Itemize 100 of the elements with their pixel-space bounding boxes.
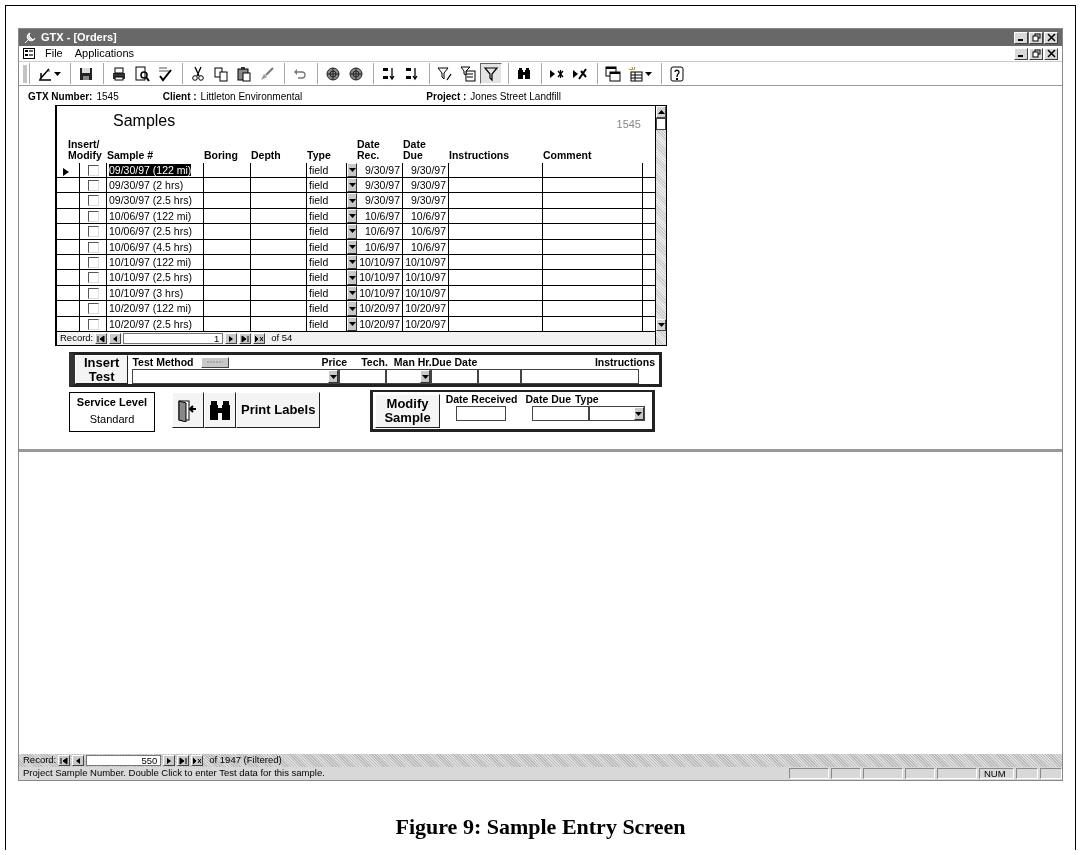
input-field[interactable] bbox=[531, 406, 589, 421]
close-button[interactable] bbox=[1044, 47, 1058, 60]
column-header: Boring bbox=[204, 149, 239, 161]
dropdown-button[interactable] bbox=[347, 316, 357, 332]
record-count: of 1947 (Filtered) bbox=[209, 755, 282, 766]
scrollbar[interactable] bbox=[655, 106, 666, 345]
record-count: of 54 bbox=[271, 333, 293, 345]
table-cell: 10/6/97 bbox=[364, 240, 400, 253]
minimize-button[interactable] bbox=[1014, 47, 1028, 60]
find-button[interactable] bbox=[204, 392, 236, 428]
filter-button[interactable] bbox=[201, 356, 230, 368]
column-header: Type bbox=[307, 149, 332, 161]
table-cell: 09/30/97 (2 hrs) bbox=[109, 179, 184, 192]
table-cell: 09/30/97 (122 mi) bbox=[109, 163, 192, 176]
restore-button[interactable] bbox=[1029, 31, 1043, 44]
last-record-button[interactable] bbox=[177, 755, 190, 766]
previous-record-button[interactable] bbox=[109, 333, 122, 345]
record-number-field[interactable]: 1 bbox=[123, 333, 224, 345]
table-cell: 10/06/97 (122 mi) bbox=[109, 209, 192, 222]
column-header: Depth bbox=[251, 149, 282, 161]
scroll-down-button[interactable] bbox=[656, 319, 666, 331]
dropdown-button[interactable] bbox=[328, 370, 339, 383]
filter-icon bbox=[483, 65, 499, 82]
input-field[interactable] bbox=[339, 369, 387, 384]
spelling-icon bbox=[157, 65, 173, 82]
checkbox[interactable] bbox=[87, 272, 99, 284]
checkbox[interactable] bbox=[87, 287, 99, 299]
scroll-thumb[interactable] bbox=[656, 118, 666, 130]
table-cell: 09/30/97 (2.5 hrs) bbox=[109, 194, 192, 207]
input-field[interactable] bbox=[521, 369, 640, 384]
table-cell: field bbox=[309, 256, 329, 269]
first-record-button[interactable] bbox=[58, 755, 71, 766]
field-label: Test Method bbox=[132, 355, 194, 369]
next-record-button[interactable] bbox=[163, 755, 176, 766]
dropdown-button[interactable] bbox=[347, 270, 357, 285]
next-record-button[interactable] bbox=[225, 333, 238, 345]
new-record-button[interactable] bbox=[253, 333, 266, 345]
dropdown-field[interactable] bbox=[386, 369, 432, 384]
dropdown-button[interactable] bbox=[420, 370, 431, 383]
record-number-field[interactable]: 550 bbox=[86, 755, 162, 766]
checkbox[interactable] bbox=[87, 318, 99, 330]
dropdown-button[interactable] bbox=[347, 162, 357, 178]
previous-record-button[interactable] bbox=[72, 755, 85, 766]
table-cell: 9/30/97 bbox=[364, 194, 400, 207]
toolbar-button[interactable] bbox=[457, 63, 479, 84]
input-field[interactable] bbox=[431, 369, 479, 384]
dropdown-field[interactable] bbox=[588, 406, 645, 421]
dropdown-field[interactable] bbox=[132, 369, 340, 384]
minimize-button[interactable] bbox=[1014, 31, 1028, 44]
record-label: Record: bbox=[23, 755, 57, 766]
exit-button[interactable] bbox=[172, 392, 204, 428]
binoculars-icon bbox=[516, 65, 532, 82]
dropdown-button[interactable] bbox=[347, 178, 357, 193]
first-record-button[interactable] bbox=[95, 333, 108, 345]
brush-icon bbox=[259, 65, 275, 82]
caret-icon bbox=[348, 214, 356, 219]
dropdown-button[interactable] bbox=[347, 301, 357, 316]
dropdown-button[interactable] bbox=[347, 239, 357, 255]
checkbox[interactable] bbox=[87, 180, 99, 192]
status-message: Project Sample Number. Double Click to enter Test data for this sample. bbox=[23, 768, 326, 779]
checkbox[interactable] bbox=[87, 226, 99, 238]
modify-sample-button[interactable]: Modify Sample bbox=[375, 394, 440, 428]
input-field[interactable] bbox=[478, 369, 522, 384]
checkbox[interactable] bbox=[87, 241, 99, 253]
table-cell: 10/06/97 (4.5 hrs) bbox=[109, 240, 192, 253]
new-record-button[interactable] bbox=[191, 755, 204, 766]
menu-item[interactable]: Applications bbox=[72, 47, 137, 60]
dropdown-button[interactable] bbox=[347, 255, 357, 270]
caret-icon bbox=[348, 183, 356, 188]
scroll-up-button[interactable] bbox=[656, 106, 666, 118]
menu-item[interactable]: File bbox=[43, 47, 65, 60]
print-labels-button[interactable]: Print Labels bbox=[236, 392, 321, 428]
sort-descending-icon bbox=[404, 65, 420, 82]
app-icon bbox=[23, 31, 37, 44]
field-label: Type bbox=[575, 392, 599, 406]
dropdown-button[interactable] bbox=[347, 193, 357, 208]
caret-icon bbox=[645, 71, 652, 76]
close-button[interactable] bbox=[1044, 31, 1058, 44]
checkbox[interactable] bbox=[87, 164, 99, 176]
checkbox[interactable] bbox=[87, 303, 99, 315]
dropdown-button[interactable] bbox=[347, 224, 357, 239]
last-record-button[interactable] bbox=[239, 333, 252, 345]
dropdown-button[interactable] bbox=[633, 407, 644, 420]
toolbar-button[interactable] bbox=[602, 63, 624, 84]
input-field[interactable] bbox=[455, 406, 506, 421]
dropdown-button[interactable] bbox=[347, 285, 357, 301]
insert-test-button[interactable]: Insert Test bbox=[75, 355, 129, 384]
checkbox[interactable] bbox=[87, 210, 99, 222]
dropdown-button[interactable] bbox=[347, 208, 357, 224]
filter-form-icon bbox=[460, 65, 476, 82]
toolbar-button[interactable] bbox=[480, 63, 502, 84]
caret-icon bbox=[348, 198, 356, 203]
new-object-icon bbox=[628, 65, 644, 82]
table-cell: 10/10/97 bbox=[405, 256, 446, 269]
field-label: Service Level bbox=[75, 396, 149, 409]
caret-icon bbox=[348, 167, 356, 172]
checkbox[interactable] bbox=[87, 195, 99, 207]
new-record-icon bbox=[193, 756, 202, 765]
checkbox[interactable] bbox=[87, 257, 99, 269]
restore-button[interactable] bbox=[1029, 47, 1043, 60]
